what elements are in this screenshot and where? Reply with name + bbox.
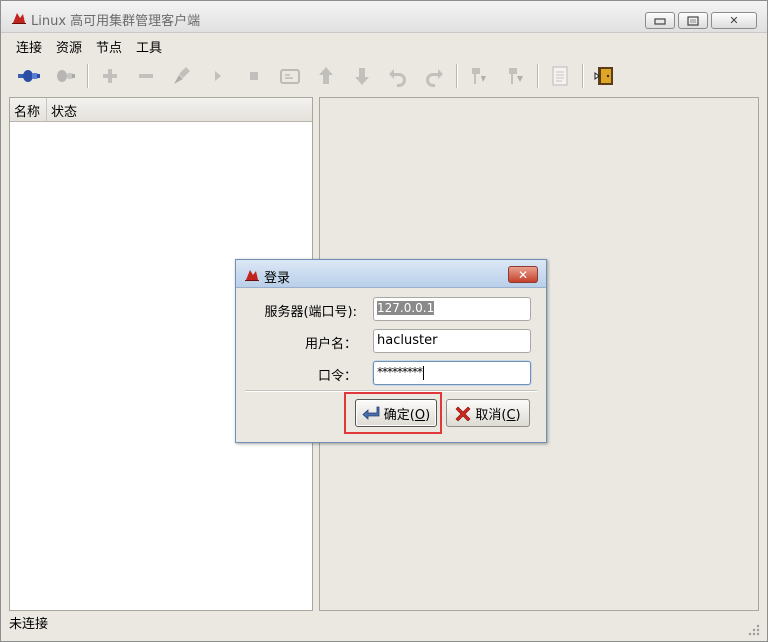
app-hat-icon — [245, 270, 259, 281]
close-icon: ✕ — [517, 267, 529, 282]
start-button[interactable] — [200, 61, 236, 91]
move-up-button[interactable] — [308, 61, 344, 91]
remove-button[interactable] — [128, 61, 164, 91]
password-row: 口令： ********* — [245, 361, 537, 385]
password-label: 口令： — [317, 369, 357, 384]
cancel-button[interactable]: 取消(C) — [446, 399, 530, 427]
user-label: 用户名： — [304, 337, 357, 352]
move-down-button[interactable] — [344, 61, 380, 91]
toolbar-separator — [87, 64, 88, 88]
ok-button[interactable]: 确定(O) — [355, 399, 437, 427]
toolbar — [1, 58, 767, 94]
add-button[interactable] — [92, 61, 128, 91]
connect-button[interactable] — [11, 61, 47, 91]
server-label: 服务器(端口号): — [264, 305, 357, 320]
window-title: Linux 高可用集群管理客户端 — [31, 14, 201, 29]
dialog-close-button[interactable]: ✕ — [508, 266, 538, 283]
stop-icon — [250, 72, 258, 80]
toolbar-separator — [582, 64, 583, 88]
down-icon — [355, 68, 369, 85]
username-input[interactable]: hacluster — [373, 329, 531, 353]
up-icon — [319, 67, 333, 84]
maximize-icon — [687, 15, 699, 26]
enter-arrow-icon — [362, 406, 380, 420]
menu-resource[interactable]: 资源 — [49, 34, 89, 56]
password-value: ********* — [377, 365, 423, 379]
minimize-button[interactable] — [645, 12, 675, 29]
disconnect-icon — [57, 70, 75, 82]
dialog-title: 登录 — [264, 271, 291, 286]
menu-tools[interactable]: 工具 — [129, 34, 169, 56]
stop-button[interactable] — [236, 61, 272, 91]
dialog-separator — [245, 390, 537, 391]
menu-node[interactable]: 节点 — [89, 34, 129, 56]
default-icon — [280, 69, 300, 84]
document-icon — [552, 66, 568, 86]
maximize-button[interactable] — [678, 12, 708, 29]
column-status-header[interactable]: 状态 — [47, 98, 312, 121]
server-input[interactable]: 127.0.0.1 — [373, 297, 531, 321]
cancel-button-label: 取消(C) — [475, 407, 521, 423]
dialog-title-bar: 登录 ✕ — [236, 260, 546, 288]
exit-button[interactable] — [587, 61, 623, 91]
cancel-x-icon — [455, 406, 471, 421]
migrate-button[interactable] — [461, 61, 497, 91]
title-bar: Linux 高可用集群管理客户端 ✕ — [1, 1, 767, 33]
redo-icon — [426, 69, 443, 87]
toolbar-separator — [537, 64, 538, 88]
ok-button-label: 确定(O) — [383, 407, 431, 423]
login-dialog: 登录 ✕ 服务器(端口号): 127.0.0.1 用户名： hacluster … — [235, 259, 547, 443]
window-controls: ✕ — [645, 12, 757, 29]
column-name-header[interactable]: 名称 — [10, 98, 47, 121]
status-text: 未连接 — [9, 617, 49, 632]
connect-icon — [18, 70, 40, 82]
username-value: hacluster — [377, 333, 438, 348]
resize-grip-icon[interactable] — [747, 623, 761, 637]
server-value: 127.0.0.1 — [377, 301, 435, 315]
tree-header: 名称 状态 — [10, 98, 312, 122]
cleanup-button[interactable] — [164, 61, 200, 91]
server-row: 服务器(端口号): 127.0.0.1 — [245, 297, 537, 321]
minimize-icon — [654, 17, 666, 25]
migrate-icon — [472, 68, 486, 84]
add-icon — [103, 69, 117, 83]
dialog-body: 服务器(端口号): 127.0.0.1 用户名： hacluster 口令： *… — [245, 290, 537, 436]
menu-bar: 连接 资源 节点 工具 — [1, 34, 767, 56]
disconnect-button[interactable] — [47, 61, 83, 91]
user-row: 用户名： hacluster — [245, 329, 537, 353]
exit-icon — [594, 67, 613, 85]
cleanup-icon — [174, 67, 190, 84]
app-hat-icon — [12, 13, 26, 24]
unmigrate-button[interactable] — [497, 61, 533, 91]
start-icon — [215, 71, 221, 81]
close-button[interactable]: ✕ — [711, 12, 757, 29]
remove-icon — [139, 74, 153, 78]
undo-button[interactable] — [380, 61, 416, 91]
text-caret — [423, 365, 424, 380]
menu-connect[interactable]: 连接 — [9, 34, 49, 56]
undo-icon — [389, 69, 406, 87]
document-button[interactable] — [542, 61, 578, 91]
default-button[interactable] — [272, 61, 308, 91]
unmigrate-icon — [509, 68, 523, 84]
toolbar-separator — [456, 64, 457, 88]
redo-button[interactable] — [416, 61, 452, 91]
close-icon: ✕ — [729, 14, 739, 27]
password-input[interactable]: ********* — [373, 361, 531, 385]
